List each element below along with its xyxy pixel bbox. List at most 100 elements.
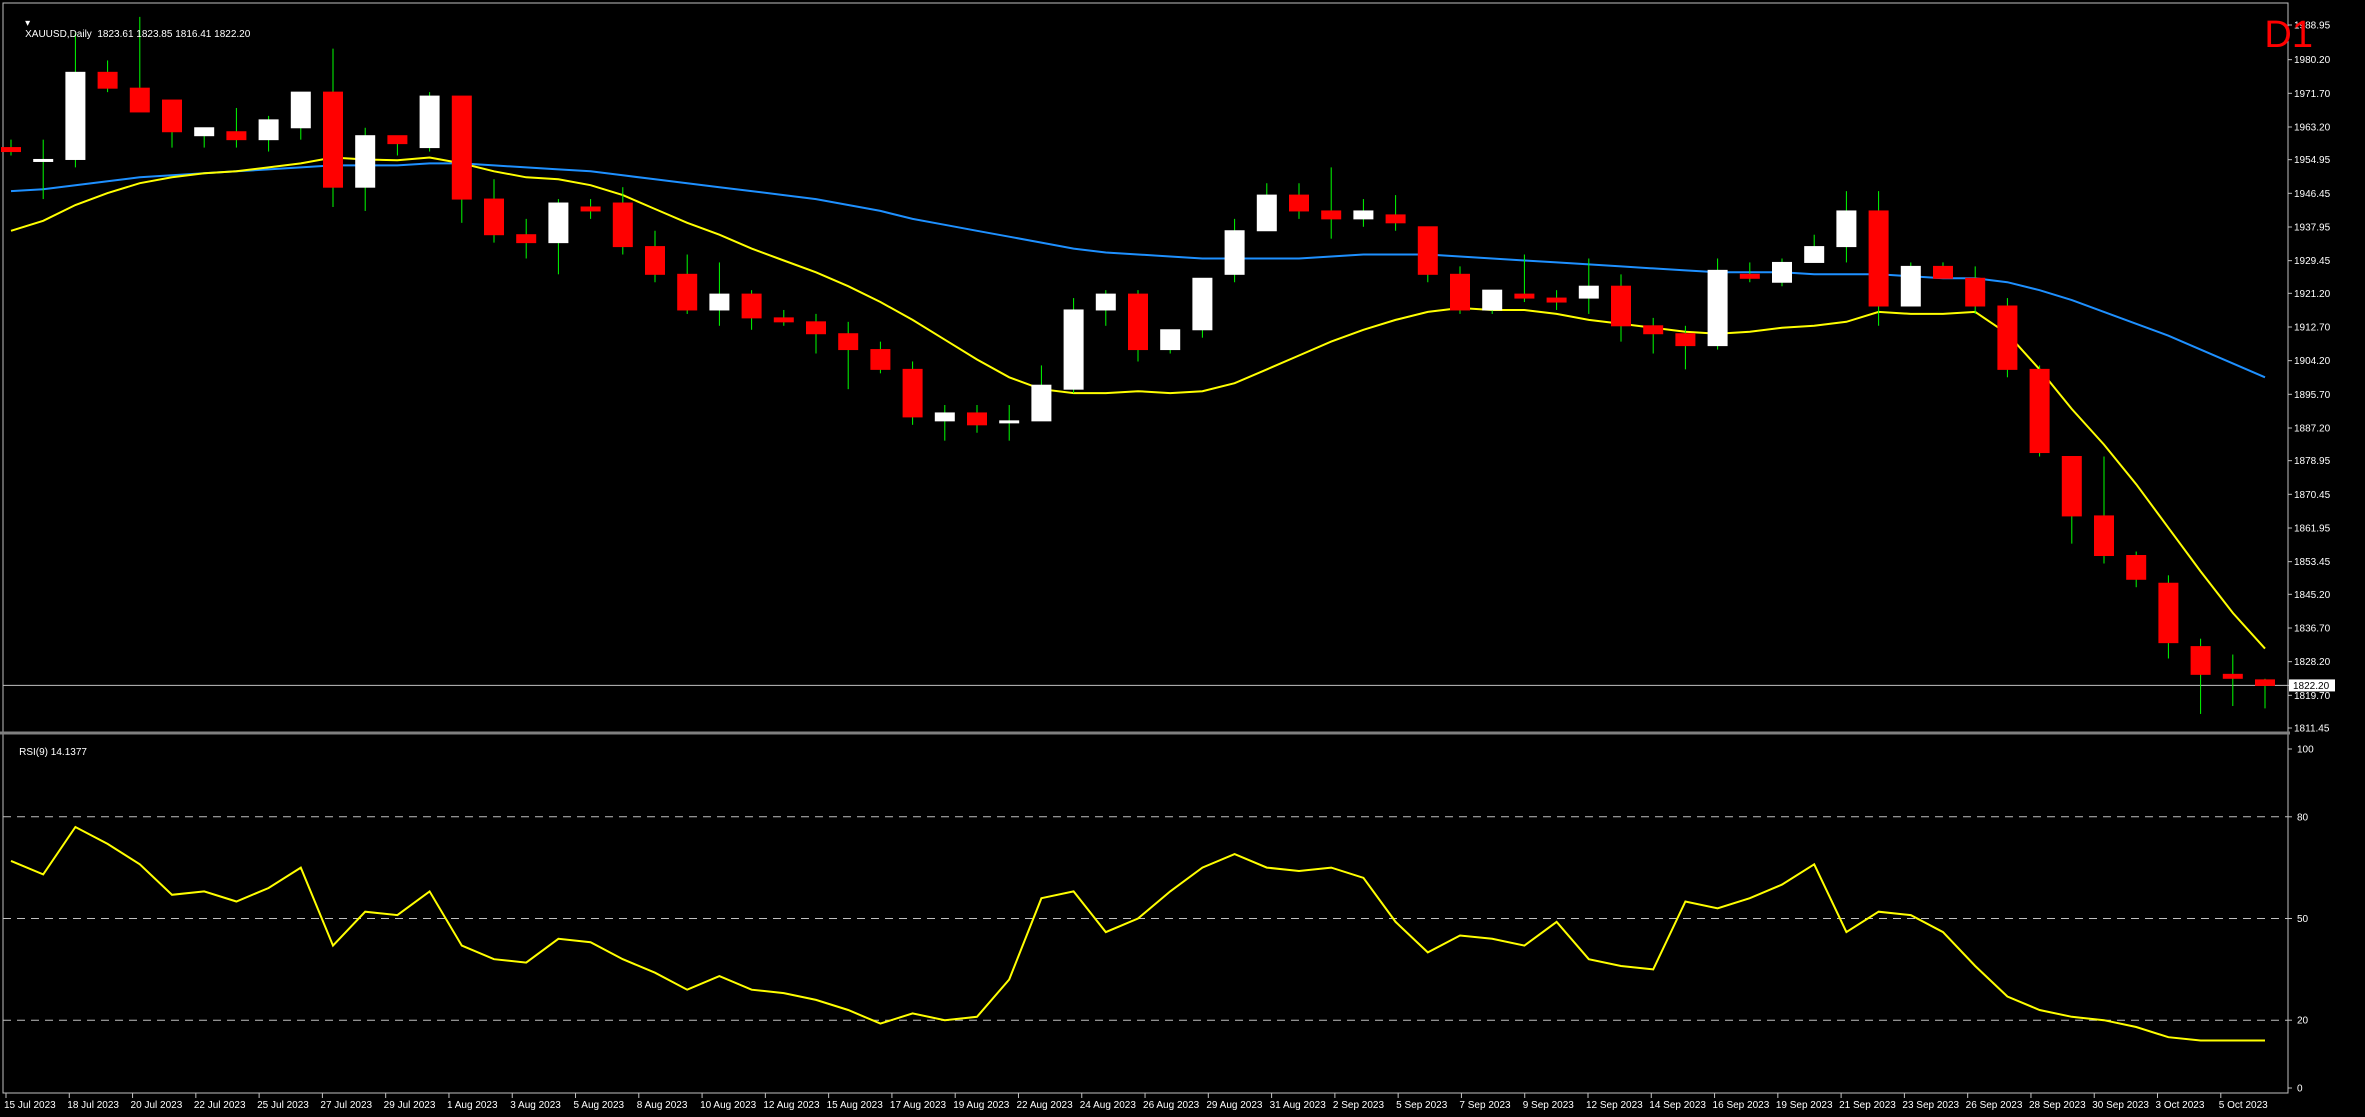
candle-body — [2158, 582, 2179, 644]
candle-body — [999, 420, 1020, 424]
candle[interactable] — [902, 361, 923, 425]
time-tick-label: 14 Sep 2023 — [1649, 1100, 1706, 1111]
candle[interactable] — [2029, 365, 2050, 457]
time-tick-label: 3 Aug 2023 — [510, 1100, 561, 1111]
candle-body — [2126, 555, 2147, 580]
candle-body — [484, 198, 504, 236]
candle[interactable] — [1192, 277, 1213, 338]
time-tick-label: 5 Aug 2023 — [574, 1100, 625, 1111]
candle-body — [1514, 293, 1535, 299]
price-tick-label: 1946.45 — [2294, 189, 2331, 200]
time-tick-label: 17 Aug 2023 — [890, 1100, 947, 1111]
candle-body — [1385, 214, 1406, 224]
price-tick-label: 1904.20 — [2294, 356, 2331, 367]
candle-body — [1256, 194, 1277, 232]
time-tick-label: 24 Aug 2023 — [1080, 1100, 1137, 1111]
candle-body — [1900, 265, 1921, 307]
candle-body — [612, 202, 633, 248]
candle-body — [194, 127, 215, 137]
candle[interactable] — [1482, 289, 1503, 314]
candle[interactable] — [1868, 191, 1889, 326]
timeframe-label: D1 — [2264, 14, 2313, 56]
candle-body — [2190, 646, 2211, 675]
candle-body — [773, 317, 794, 323]
chart-canvas[interactable]: 1988.951980.201971.701963.201954.951946.… — [0, 0, 2365, 1117]
rsi-tick-label: 20 — [2297, 1016, 2309, 1027]
candle-body — [1804, 246, 1825, 263]
candle-body — [902, 368, 923, 418]
price-tick-label: 1870.45 — [2294, 490, 2331, 501]
candle[interactable] — [1900, 262, 1921, 307]
candle-body — [645, 246, 665, 275]
candle-body — [258, 119, 279, 141]
candle[interactable] — [1063, 298, 1084, 394]
candle-body — [1, 147, 21, 153]
candle-body — [1353, 210, 1374, 220]
candle[interactable] — [1997, 298, 2018, 378]
price-tick-label: 1853.45 — [2294, 557, 2331, 568]
time-tick-label: 30 Sep 2023 — [2092, 1100, 2149, 1111]
candle-body — [1933, 265, 1953, 279]
candle[interactable] — [419, 92, 440, 152]
candle-body — [2094, 515, 2114, 557]
symbol-ohlc-label: XAUUSD,Daily 1823.61 1823.85 1816.41 182… — [25, 29, 251, 40]
time-tick-label: 18 Jul 2023 — [67, 1100, 119, 1111]
candle-body — [1611, 285, 1631, 327]
candle-body — [1643, 325, 1664, 335]
candle-body — [2222, 673, 2243, 679]
time-tick-label: 5 Sep 2023 — [1396, 1100, 1448, 1111]
candle-body — [934, 412, 955, 422]
candle[interactable] — [1417, 226, 1438, 283]
candle-body — [1289, 194, 1309, 212]
candle[interactable] — [1772, 258, 1792, 287]
candle-body — [1707, 269, 1728, 347]
time-tick-label: 15 Jul 2023 — [4, 1100, 56, 1111]
candle-body — [1128, 293, 1148, 351]
candle-body — [1450, 273, 1470, 311]
candle[interactable] — [1160, 329, 1181, 354]
candle-body — [967, 412, 987, 426]
time-tick-label: 29 Aug 2023 — [1206, 1100, 1263, 1111]
candle-body — [162, 99, 182, 133]
candle-body — [1160, 329, 1181, 351]
chart-window[interactable]: 1988.95 1980.20 1971.70 1963.20 1954.95 1946.… — [0, 0, 2365, 1117]
dropdown-triangle-icon[interactable]: ▾ — [25, 18, 30, 29]
time-tick-label: 5 Oct 2023 — [2219, 1100, 2268, 1111]
candle-body — [1675, 333, 1696, 347]
candle-body — [1321, 210, 1342, 220]
symbol-header: ▾ XAUUSD,Daily 1823.61 1823.85 1816.41 1… — [14, 7, 250, 51]
time-tick-label: 25 Jul 2023 — [257, 1100, 309, 1111]
candle-body — [323, 91, 343, 188]
candle-body — [548, 202, 569, 244]
candle-body — [1836, 210, 1857, 248]
candle-body — [709, 293, 730, 311]
rsi-tick-label: 50 — [2297, 914, 2309, 925]
candle-body — [1095, 293, 1116, 311]
time-tick-label: 19 Sep 2023 — [1776, 1100, 1833, 1111]
time-tick-label: 23 Sep 2023 — [1902, 1100, 1959, 1111]
candle-body — [1868, 210, 1889, 307]
price-tick-label: 1828.20 — [2294, 657, 2331, 668]
time-tick-label: 22 Jul 2023 — [194, 1100, 246, 1111]
time-tick-label: 1 Aug 2023 — [447, 1100, 498, 1111]
candle[interactable] — [1707, 258, 1728, 350]
candle-body — [290, 91, 311, 129]
price-tick-label: 1954.95 — [2294, 155, 2331, 166]
candle-body — [1482, 289, 1503, 311]
price-tick-label: 1895.70 — [2294, 390, 2331, 401]
time-tick-label: 29 Jul 2023 — [384, 1100, 436, 1111]
price-tick-label: 1929.45 — [2294, 256, 2331, 267]
candle-body — [451, 95, 472, 200]
candle-body — [1224, 230, 1245, 275]
candle-body — [516, 234, 537, 244]
time-tick-label: 21 Sep 2023 — [1839, 1100, 1896, 1111]
candle-body — [65, 71, 86, 160]
candle-body — [355, 135, 376, 188]
time-tick-label: 26 Sep 2023 — [1966, 1100, 2023, 1111]
candle-body — [741, 293, 762, 319]
price-tick-label: 1819.70 — [2294, 691, 2331, 702]
candle-body — [1063, 309, 1084, 390]
time-tick-label: 16 Sep 2023 — [1713, 1100, 1770, 1111]
rsi-indicator-label: RSI(9) 14.1377 — [19, 747, 87, 758]
time-tick-label: 15 Aug 2023 — [827, 1100, 884, 1111]
